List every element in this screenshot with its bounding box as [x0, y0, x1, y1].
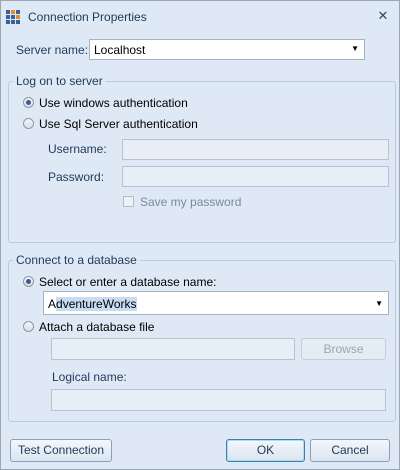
logical-name-label: Logical name: — [52, 370, 127, 384]
windows-auth-label[interactable]: Use windows authentication — [39, 96, 188, 110]
server-name-value: Localhost — [94, 43, 146, 57]
logical-name-field[interactable] — [51, 389, 386, 411]
server-name-label: Server name: — [16, 43, 89, 57]
windows-auth-radio[interactable] — [23, 97, 34, 108]
chevron-down-icon[interactable]: ▼ — [375, 299, 383, 308]
window-title: Connection Properties — [28, 10, 147, 24]
database-group-title: Connect to a database — [13, 253, 140, 267]
attach-db-radio[interactable] — [23, 321, 34, 332]
save-password-label: Save my password — [140, 195, 242, 209]
close-icon[interactable]: ✕ — [376, 9, 390, 23]
ok-button[interactable]: OK — [226, 439, 305, 462]
save-password-checkbox[interactable] — [123, 196, 134, 207]
chevron-down-icon[interactable]: ▼ — [351, 44, 359, 53]
test-connection-button[interactable]: Test Connection — [10, 439, 112, 462]
password-label: Password: — [48, 170, 105, 184]
db-file-field[interactable] — [51, 338, 295, 360]
sql-auth-radio[interactable] — [23, 118, 34, 129]
cancel-button[interactable]: Cancel — [310, 439, 390, 462]
app-grid-icon — [6, 10, 20, 24]
select-db-label[interactable]: Select or enter a database name: — [39, 275, 216, 289]
database-name-combo[interactable]: AdventureWorks ▼ — [43, 291, 389, 315]
connection-properties-dialog: Connection Properties ✕ Server name: Loc… — [0, 0, 400, 470]
username-field[interactable] — [122, 139, 389, 160]
attach-db-label[interactable]: Attach a database file — [39, 320, 154, 334]
server-name-combo[interactable]: Localhost ▼ — [89, 39, 365, 60]
select-db-radio[interactable] — [23, 276, 34, 287]
username-label: Username: — [48, 142, 107, 156]
sql-auth-label[interactable]: Use Sql Server authentication — [39, 117, 198, 131]
title-bar: Connection Properties ✕ — [1, 1, 399, 33]
logon-group-title: Log on to server — [13, 74, 106, 88]
database-name-value[interactable]: AdventureWorks — [48, 297, 137, 311]
password-field[interactable] — [122, 166, 389, 187]
browse-button[interactable]: Browse — [301, 338, 386, 360]
